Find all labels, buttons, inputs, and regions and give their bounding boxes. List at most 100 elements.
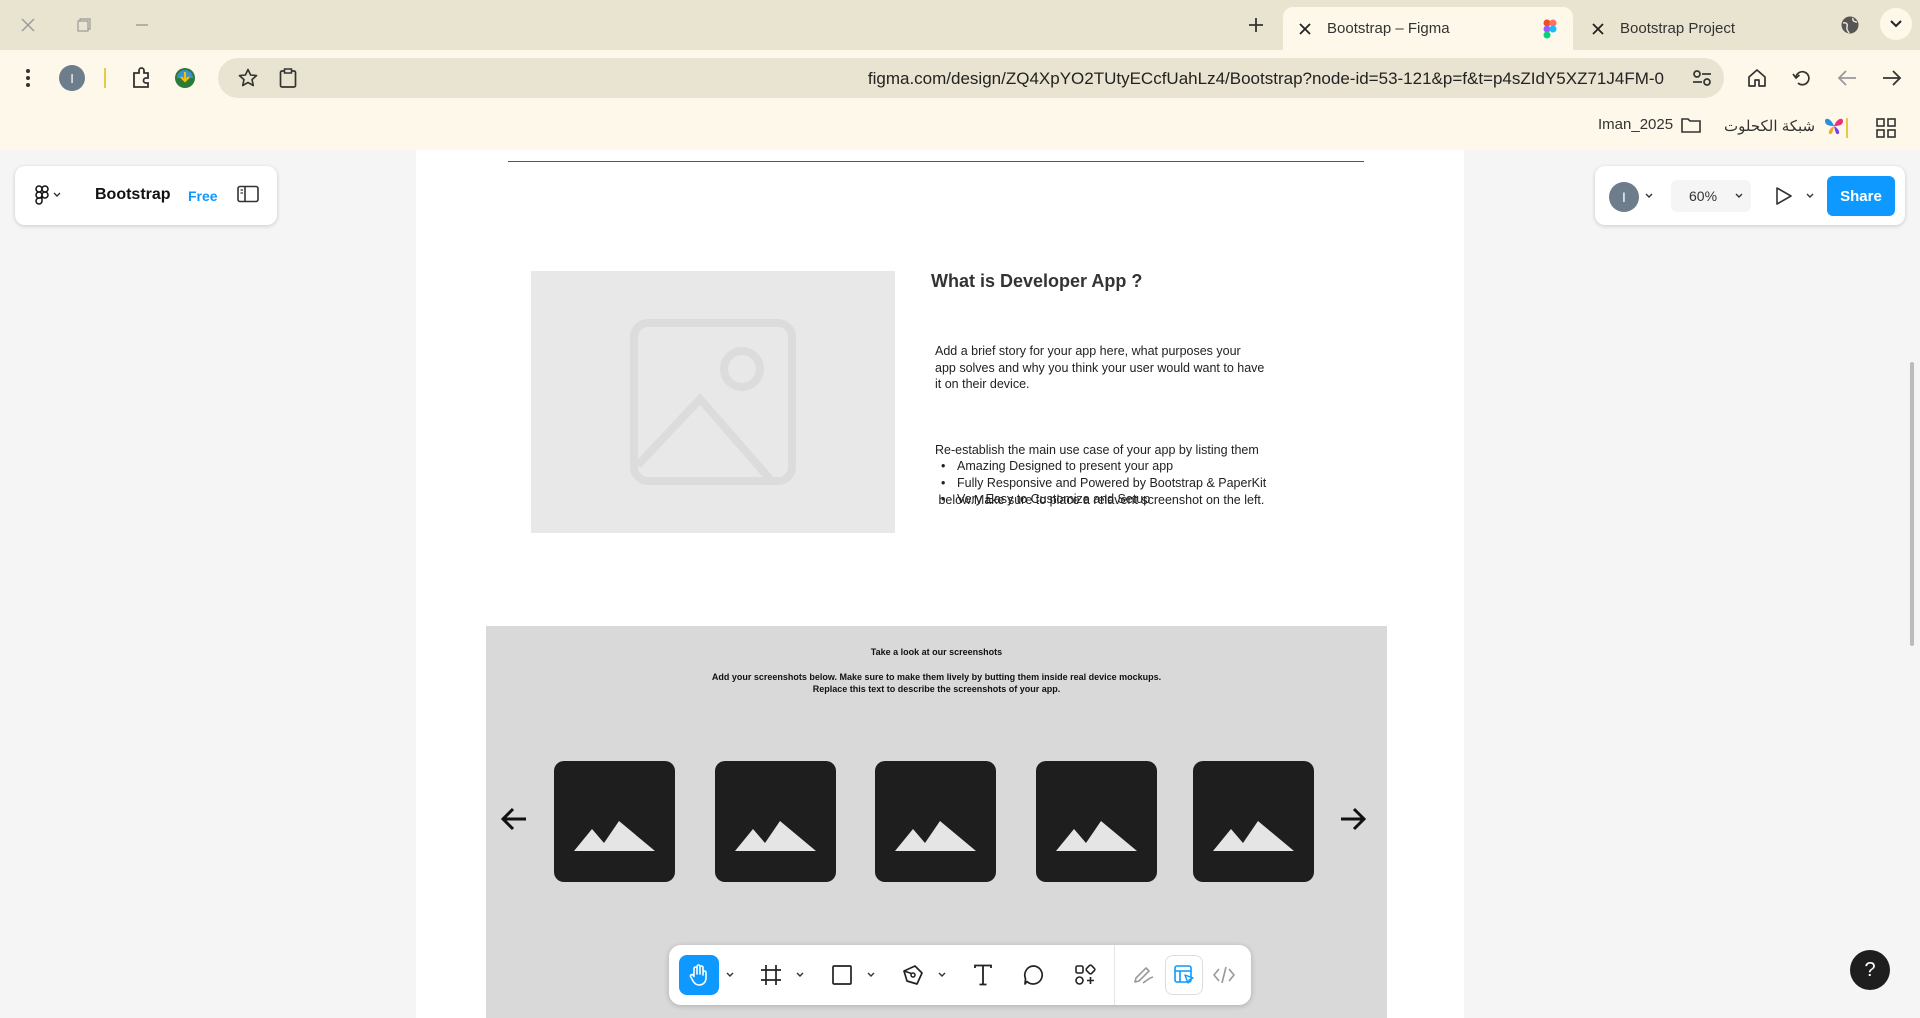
text-line: Re-establish the main use case of your a… <box>935 443 1259 457</box>
figma-favicon-icon <box>1543 19 1557 39</box>
pen-icon <box>903 965 923 985</box>
comment-tool-button[interactable] <box>1014 955 1054 995</box>
forward-arrow-icon[interactable] <box>1878 64 1906 92</box>
bookmark-label: Iman_2025 <box>1598 116 1674 133</box>
download-manager-icon[interactable] <box>171 64 199 92</box>
code-icon <box>1213 966 1235 984</box>
address-bar[interactable]: figma.com/design/ZQ4XpYO2TUtyECcfUahLz4/… <box>218 58 1724 98</box>
plan-badge[interactable]: Free <box>188 188 218 204</box>
home-icon[interactable] <box>1743 64 1771 92</box>
profile-avatar[interactable]: I <box>58 64 86 92</box>
frame-tool-button[interactable] <box>751 955 791 995</box>
tab-bootstrap-figma[interactable]: Bootstrap – Figma <box>1283 7 1573 50</box>
share-button[interactable]: Share <box>1827 176 1895 216</box>
bookmark-folder-iman[interactable]: Iman_2025 <box>1598 116 1701 133</box>
bookmark-alkahlout[interactable]: شبكة الكحلوت <box>1724 116 1845 136</box>
tab-search-button[interactable] <box>1880 8 1912 40</box>
window-close-icon[interactable] <box>15 12 41 38</box>
screenshot-thumbnail[interactable] <box>715 761 836 882</box>
back-arrow-icon[interactable] <box>1833 64 1861 92</box>
chevron-down-icon[interactable] <box>1645 193 1653 199</box>
user-avatar[interactable]: I <box>1609 182 1639 212</box>
hand-tool-button[interactable] <box>679 955 719 995</box>
toolbar-divider <box>1114 945 1115 1005</box>
comment-icon <box>1023 965 1043 985</box>
extensions-icon[interactable] <box>127 64 155 92</box>
list-item: Amazing Designed to present your app <box>935 458 1266 475</box>
bookmarks-bar: Iman_2025 شبكة الكحلوت <box>0 106 1920 150</box>
mountain-image-icon <box>895 821 976 851</box>
tab-close-icon[interactable] <box>1295 19 1315 39</box>
text-line: Add your screenshots below. Make sure to… <box>711 672 1162 682</box>
new-tab-button[interactable] <box>1242 12 1270 38</box>
chevron-down-icon <box>1735 193 1743 198</box>
mountain-image-icon <box>1213 821 1294 851</box>
file-panel: Bootstrap Free <box>15 166 277 225</box>
tab-bootstrap-project[interactable]: Bootstrap Project <box>1588 7 1858 50</box>
rectangle-tool-button[interactable] <box>822 955 862 995</box>
bookmarks-divider <box>1846 118 1848 138</box>
file-name[interactable]: Bootstrap <box>95 186 171 204</box>
chevron-down-icon[interactable] <box>723 955 737 995</box>
text-tool-button[interactable] <box>963 955 1003 995</box>
screenshot-thumbnail[interactable] <box>1036 761 1157 882</box>
screenshot-thumbnail[interactable] <box>1193 761 1314 882</box>
window-minimize-icon[interactable] <box>129 12 155 38</box>
window-restore-icon[interactable] <box>71 12 97 38</box>
canvas-scrollbar[interactable] <box>1910 362 1914 646</box>
figma-canvas[interactable]: What is Developer App ? Add a brief stor… <box>0 150 1920 1018</box>
browser-toolbar: I figma.com/design/ZQ4XpYO2TUtyECcfUahLz… <box>0 50 1920 106</box>
rectangle-icon <box>832 965 852 985</box>
image-placeholder[interactable] <box>531 271 895 533</box>
text-line: Replace this text to describe the screen… <box>812 684 1061 694</box>
actions-tool-button[interactable] <box>1065 955 1105 995</box>
screenshot-thumbnail[interactable] <box>554 761 675 882</box>
dev-mode-button[interactable] <box>1205 955 1243 995</box>
design-mode-button[interactable] <box>1165 955 1203 995</box>
carousel-next-arrow-icon[interactable] <box>1338 804 1368 834</box>
tab-close-icon[interactable] <box>1588 19 1608 39</box>
figma-menu-button[interactable] <box>35 185 61 205</box>
carousel-prev-arrow-icon[interactable] <box>499 804 529 834</box>
chevron-down-icon[interactable] <box>793 955 807 995</box>
present-play-icon[interactable] <box>1775 186 1793 206</box>
chevron-down-icon[interactable] <box>1806 193 1814 199</box>
bookmark-star-icon[interactable] <box>234 64 262 92</box>
mountain-image-icon <box>574 821 655 851</box>
help-button[interactable]: ? <box>1850 950 1890 990</box>
frame-icon <box>761 965 781 985</box>
screenshot-thumbnail[interactable] <box>875 761 996 882</box>
apps-grid-icon[interactable] <box>1876 118 1896 138</box>
site-settings-icon[interactable] <box>1688 64 1716 92</box>
tab-title: Bootstrap – Figma <box>1327 20 1450 37</box>
about-title: What is Developer App ? <box>931 271 1143 291</box>
mountain-image-icon <box>735 821 816 851</box>
divider-line <box>508 161 1364 162</box>
zoom-dropdown[interactable]: 60% <box>1671 180 1751 212</box>
url-text[interactable]: figma.com/design/ZQ4XpYO2TUtyECcfUahLz4/… <box>868 69 1664 89</box>
butterfly-icon <box>1823 116 1845 136</box>
text-line: app solves and why you think your user w… <box>935 360 1265 375</box>
profile-initial: I <box>59 65 85 91</box>
pen-tool-button[interactable] <box>893 955 933 995</box>
folder-icon <box>1681 117 1701 133</box>
reload-icon[interactable] <box>1788 64 1816 92</box>
design-mode-icon <box>1174 965 1194 984</box>
figma-bottom-toolbar <box>669 945 1251 1005</box>
draw-icon <box>1134 967 1154 984</box>
sidebar-toggle-icon[interactable] <box>237 185 259 203</box>
chevron-down-icon[interactable] <box>935 955 949 995</box>
bookmark-label: شبكة الكحلوت <box>1724 118 1816 135</box>
draw-mode-button[interactable] <box>1125 955 1163 995</box>
list-item: Fully Responsive and Powered by Bootstra… <box>935 475 1266 492</box>
feature-list: Amazing Designed to present your app Ful… <box>935 458 1266 508</box>
browser-tab-bar: Bootstrap – Figma Bootstrap Project <box>0 0 1920 50</box>
chevron-down-icon[interactable] <box>864 955 878 995</box>
figma-logo-icon <box>35 185 49 205</box>
menu-dots-icon[interactable] <box>14 64 42 92</box>
about-paragraph-1: Add a brief story for your app here, wha… <box>935 343 1295 393</box>
design-frame[interactable]: What is Developer App ? Add a brief stor… <box>416 150 1464 1018</box>
figma-header-right: I 60% Share <box>1595 166 1905 225</box>
list-item: Very Easy to Customize and Setup <box>935 491 1266 508</box>
clipboard-icon[interactable] <box>274 64 302 92</box>
